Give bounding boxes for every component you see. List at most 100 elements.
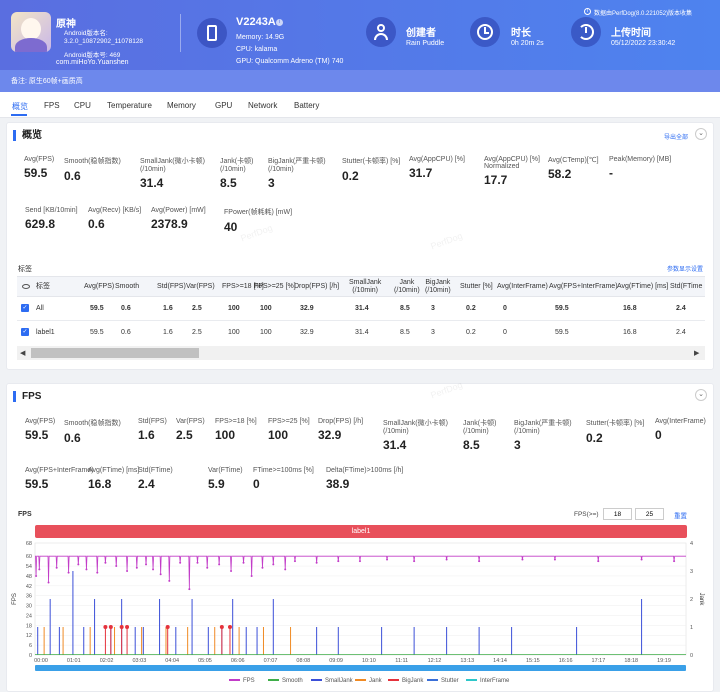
- fps-title: FPS: [13, 391, 41, 402]
- stat-label: Avg(AppCPU) [%]: [409, 156, 465, 163]
- device-memory: Memory: 14.9G: [236, 34, 285, 41]
- table-cell: 8.5: [400, 305, 410, 312]
- header-divider: [180, 14, 181, 52]
- duration-label: 时长: [511, 28, 531, 39]
- stat-value: 0.6: [88, 217, 105, 231]
- legend-label: InterFrame: [480, 678, 510, 684]
- active-tab-underline: [11, 114, 27, 116]
- device-cpu: CPU: kalama: [236, 46, 278, 53]
- legend-item[interactable]: SmallJank: [311, 678, 353, 684]
- stat-label: FTime>=100ms [%]: [253, 467, 314, 474]
- legend-item[interactable]: Smooth: [268, 678, 303, 684]
- tab-overview[interactable]: 概览: [12, 101, 28, 112]
- tab-fps[interactable]: FPS: [44, 101, 60, 110]
- scroll-left-arrow[interactable]: ◀: [20, 349, 25, 357]
- scroll-right-arrow[interactable]: ▶: [694, 349, 699, 357]
- fps-stat: BigJank(严重卡顿) (/10min) 3: [514, 418, 572, 452]
- stat-label: BigJank(严重卡顿) (/10min): [268, 158, 326, 173]
- table-cell: 100: [260, 329, 272, 336]
- table-header-cell[interactable]: BigJank (/10min): [425, 279, 451, 295]
- stat-value: 3: [268, 176, 275, 190]
- row-checkbox[interactable]: ✓: [21, 304, 29, 312]
- table-header-cell[interactable]: Avg(FTime) [ms]: [617, 283, 668, 291]
- fps-stat: Avg(FTime) [ms] 16.8: [88, 467, 139, 491]
- tab-cpu[interactable]: CPU: [74, 101, 91, 110]
- legend-swatch: [311, 679, 322, 682]
- overview-stat: Jank(卡顿) (/10min) 8.5: [220, 156, 253, 190]
- app-version-code: Android版本号: 469: [64, 52, 121, 59]
- tab-memory[interactable]: Memory: [167, 101, 196, 110]
- table-header-cell[interactable]: Var(FPS): [186, 283, 215, 291]
- legend-item[interactable]: Stutter: [427, 678, 459, 684]
- table-cell: 31.4: [355, 329, 369, 336]
- table-header-cell[interactable]: Avg(InterFrame): [497, 283, 548, 291]
- fps-collapse-icon[interactable]: ⌄: [695, 389, 707, 401]
- stat-value: 16.8: [88, 477, 112, 491]
- eye-icon[interactable]: [22, 284, 30, 289]
- stat-value: 100: [215, 428, 236, 442]
- tab-temperature[interactable]: Temperature: [107, 101, 152, 110]
- legend-item[interactable]: BigJank: [388, 678, 423, 684]
- table-header-cell[interactable]: Smooth: [115, 283, 139, 291]
- table-header-cell[interactable]: 标签: [36, 283, 50, 291]
- stat-label: SmallJank(微小卡顿) (/10min): [383, 420, 448, 435]
- stat-label: FPS>=18 [%]: [215, 418, 257, 425]
- reset-button[interactable]: 重置: [674, 510, 687, 520]
- collapse-icon[interactable]: ⌄: [695, 128, 707, 140]
- stat-value: 3: [514, 438, 521, 452]
- table-header-cell[interactable]: Std(FTime: [670, 283, 702, 291]
- overview-stat: Avg(FPS) 59.5: [24, 156, 54, 180]
- tab-battery[interactable]: Battery: [294, 101, 319, 110]
- info-icon[interactable]: i: [276, 19, 283, 26]
- row-checkbox[interactable]: ✓: [21, 328, 29, 336]
- table-scrollbar[interactable]: ◀ ▶: [17, 346, 705, 360]
- stat-label: Avg(FTime) [ms]: [88, 467, 140, 474]
- table-header-cell[interactable]: Jank (/10min): [394, 279, 420, 295]
- table-header-cell[interactable]: Std(FPS): [157, 283, 186, 291]
- label-bar-text: label1: [351, 528, 371, 535]
- stat-label: Drop(FPS) [/h]: [318, 418, 364, 425]
- remark-bar: 备注: 原生60帧+画质高: [0, 70, 720, 92]
- table-header-cell[interactable]: Avg(FPS+InterFrame): [549, 283, 618, 291]
- table-cell: 3: [431, 305, 435, 312]
- fps-threshold-b-input[interactable]: [635, 508, 664, 520]
- stat-value: 8.5: [220, 176, 237, 190]
- table-cell: 59.5: [555, 329, 569, 336]
- stat-value: 0: [253, 477, 260, 491]
- device-gpu: GPU: Qualcomm Adreno (TM) 740: [236, 58, 344, 65]
- table-header-cell[interactable]: Stutter [%]: [460, 283, 493, 291]
- tab-network[interactable]: Network: [248, 101, 277, 110]
- creator-value: Rain Puddle: [406, 40, 445, 47]
- table-header-cell[interactable]: SmallJank (/10min): [349, 279, 381, 295]
- stat-value: -: [609, 166, 613, 180]
- legend-swatch: [388, 679, 399, 682]
- stat-label: FPower(帧耗耗) [mW]: [224, 209, 293, 216]
- param-settings-link[interactable]: 参数显示设置: [667, 264, 703, 273]
- table-header-cell[interactable]: FPS>=25 [%]: [254, 283, 296, 291]
- legend-item[interactable]: Jank: [355, 678, 382, 684]
- fps-stat: Delta(FTime)>100ms [/h] 38.9: [326, 467, 403, 491]
- scroll-thumb[interactable]: [31, 348, 199, 358]
- legend-label: Jank: [369, 678, 382, 684]
- fps-stat: SmallJank(微小卡顿) (/10min) 31.4: [383, 418, 448, 452]
- fps-threshold-a-input[interactable]: [603, 508, 632, 520]
- legend-swatch: [229, 679, 240, 682]
- stat-label: Jank(卡顿) (/10min): [463, 420, 497, 435]
- table-header-cell[interactable]: Avg(FPS): [84, 283, 114, 291]
- overview-stat: SmallJank(微小卡顿) (/10min) 31.4: [140, 156, 205, 190]
- legend-swatch: [355, 679, 366, 682]
- legend-item[interactable]: FPS: [229, 678, 255, 684]
- table-header-cell[interactable]: Drop(FPS) [/h]: [294, 283, 339, 291]
- stat-label: Peak(Memory) [MB]: [609, 156, 672, 163]
- legend-label: SmallJank: [325, 678, 353, 684]
- tab-gpu[interactable]: GPU: [215, 101, 232, 110]
- export-all-link[interactable]: 导出全部: [664, 132, 688, 141]
- stat-label: Avg(InterFrame): [655, 418, 706, 425]
- fps-stat: Std(FPS) 1.6: [138, 418, 167, 442]
- stat-value: 0: [655, 428, 662, 442]
- stat-label: Avg(FPS): [25, 418, 56, 425]
- legend-item[interactable]: InterFrame: [466, 678, 509, 684]
- stat-value: 0.2: [586, 431, 603, 445]
- phone-icon: [197, 18, 227, 48]
- stat-label: Smooth(稳帧指数): [64, 158, 121, 165]
